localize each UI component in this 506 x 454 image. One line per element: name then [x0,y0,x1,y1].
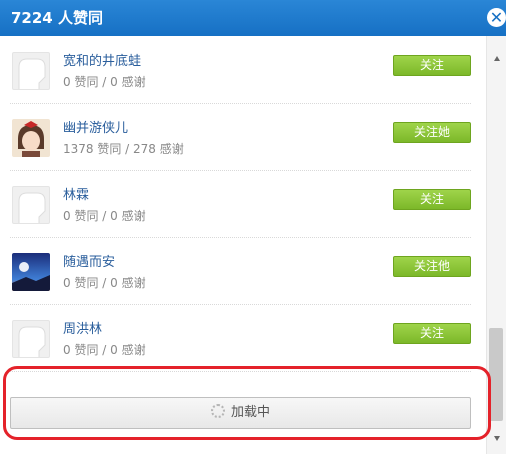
username-link[interactable]: 周洪林 [63,321,102,339]
anime-girl-avatar-icon[interactable] [12,119,50,157]
default-avatar-icon[interactable] [12,52,50,90]
follow-button[interactable]: 关注她 [393,122,471,143]
follow-button[interactable]: 关注他 [393,256,471,277]
follow-button[interactable]: 关注 [393,323,471,344]
default-avatar-icon[interactable] [12,186,50,224]
scroll-down-arrow-icon[interactable] [494,436,500,441]
voter-list: 宽和的井底蛙 0 赞同 / 0 感谢 关注 幽并游侠儿 1378 赞同 / 27… [0,36,486,454]
night-sky-avatar-icon[interactable] [12,253,50,291]
dialog-title-bar: 7224 人赞同 ✕ [0,0,506,36]
scrollbar[interactable] [486,36,506,454]
scrollbar-thumb[interactable] [489,328,503,421]
load-more-button[interactable]: 加载中 [10,397,471,429]
list-item: 幽并游侠儿 1378 赞同 / 278 感谢 关注她 [10,103,471,171]
list-item: 周洪林 0 赞同 / 0 感谢 关注 [10,304,471,372]
username-link[interactable]: 随遇而安 [63,254,115,272]
default-avatar-icon[interactable] [12,320,50,358]
user-stats: 0 赞同 / 0 感谢 [63,209,146,223]
username-link[interactable]: 幽并游侠儿 [63,120,128,138]
user-stats: 0 赞同 / 0 感谢 [63,343,146,357]
load-more-label: 加载中 [230,405,270,420]
username-link[interactable]: 林霖 [63,187,89,205]
user-stats: 0 赞同 / 0 感谢 [63,75,146,89]
user-stats: 1378 赞同 / 278 感谢 [63,142,184,156]
list-item: 宽和的井底蛙 0 赞同 / 0 感谢 关注 [10,36,471,104]
user-stats: 0 赞同 / 0 感谢 [63,276,146,290]
list-item: 林霖 0 赞同 / 0 感谢 关注 [10,170,471,238]
close-icon[interactable]: ✕ [487,8,506,27]
dialog-title: 7224 人赞同 [11,9,103,27]
follow-button[interactable]: 关注 [393,55,471,76]
follow-button[interactable]: 关注 [393,189,471,210]
scroll-up-arrow-icon[interactable] [494,56,500,61]
loading-spinner-icon [210,404,225,418]
list-item: 随遇而安 0 赞同 / 0 感谢 关注他 [10,237,471,305]
username-link[interactable]: 宽和的井底蛙 [63,53,141,71]
